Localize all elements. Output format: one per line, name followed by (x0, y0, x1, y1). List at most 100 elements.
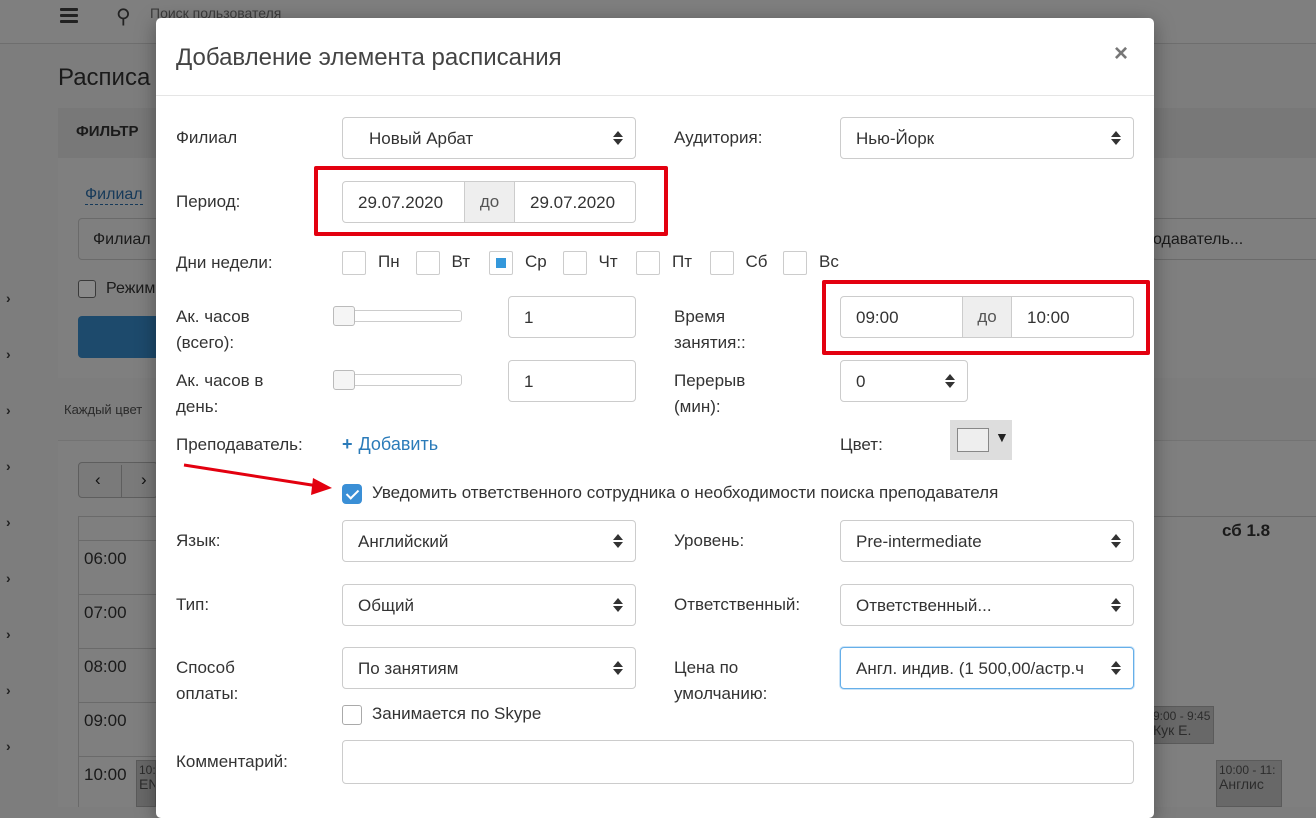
weekday-checkbox[interactable] (489, 251, 513, 275)
language-select[interactable]: Английский (342, 520, 636, 562)
notify-checkbox[interactable] (342, 484, 362, 504)
payment-label: Способ оплаты: (176, 658, 239, 703)
modal-header: Добавление элемента расписания × (156, 18, 1154, 96)
filter-label: ФИЛЬТР (76, 123, 139, 140)
break-select[interactable]: 0 (840, 360, 968, 402)
teacher-label: Преподаватель: (176, 435, 303, 454)
hours-total-slider[interactable] (333, 306, 462, 326)
weekday-label: Ср (525, 252, 547, 271)
sort-arrows-icon (613, 130, 623, 146)
type-label: Тип: (176, 595, 210, 614)
weekday-label: Чт (598, 252, 618, 271)
sort-arrows-icon (613, 533, 623, 549)
time-label: 06:00 (84, 549, 127, 568)
weekday-checkbox[interactable] (636, 251, 660, 275)
modal-title: Добавление элемента расписания (176, 44, 562, 71)
weekday-checkbox[interactable] (415, 251, 440, 275)
weekday-label: Вт (451, 252, 471, 271)
payment-select[interactable]: По занятиям (342, 647, 636, 689)
period-label: Период: (176, 192, 241, 211)
auditorium-label: Аудитория: (674, 128, 763, 147)
hours-total-input[interactable]: 1 (508, 296, 636, 338)
sidebar: › › › › › › › › › (0, 44, 40, 807)
skype-checkbox[interactable] (342, 705, 362, 725)
slider-handle[interactable] (333, 370, 355, 390)
level-label: Уровень: (674, 531, 745, 550)
notify-label: Уведомить ответственного сотрудника о не… (372, 483, 999, 502)
teacher-filter-select[interactable]: одаватель... (1152, 218, 1316, 260)
sort-arrows-icon (1111, 130, 1121, 146)
level-select[interactable]: Pre-intermediate (840, 520, 1134, 562)
price-label: Цена по умолчанию: (674, 658, 768, 703)
sidebar-chevron-icon[interactable]: › (6, 402, 11, 418)
responsible-select[interactable]: Ответственный... (840, 584, 1134, 626)
color-label: Цвет: (840, 435, 883, 454)
skype-label: Занимается по Skype (372, 704, 542, 723)
weekday-checkbox[interactable] (562, 251, 587, 275)
apply-filter-button[interactable] (78, 316, 158, 358)
sidebar-chevron-icon[interactable]: › (6, 570, 11, 586)
schedule-item-modal: Добавление элемента расписания × Филиал … (156, 18, 1154, 818)
sidebar-chevron-icon[interactable]: › (6, 458, 11, 474)
sort-arrows-icon (613, 597, 623, 613)
comment-label: Комментарий: (176, 752, 288, 771)
calendar-event[interactable]: 10:00 - 11: Англис (1216, 760, 1282, 807)
hours-total-label: Ак. часов (всего): (176, 307, 250, 352)
sort-arrows-icon (945, 373, 955, 389)
day-header: сб 1.8 (1222, 521, 1271, 540)
regime-checkbox[interactable] (78, 280, 96, 298)
weekday-label: Пн (378, 252, 400, 271)
sort-arrows-icon (1111, 660, 1121, 676)
page-title: Расписа (58, 64, 151, 91)
filial-filter-select[interactable]: Филиал (78, 218, 168, 260)
calendar-event[interactable]: 9:00 - 9:45 Кук Е. (1150, 706, 1214, 744)
price-select[interactable]: Англ. индив. (1 500,00/астр.ч (840, 647, 1134, 689)
type-select[interactable]: Общий (342, 584, 636, 626)
regime-label: Режим (106, 280, 156, 297)
close-icon[interactable]: × (1114, 40, 1128, 68)
weekday-checkbox[interactable] (709, 251, 734, 275)
time-label: 07:00 (84, 603, 127, 622)
plus-icon: + (342, 434, 353, 454)
sidebar-chevron-icon[interactable]: › (6, 738, 11, 754)
filial-label: Филиал (176, 128, 238, 147)
weekday-checkbox[interactable] (342, 251, 366, 275)
hours-day-label: Ак. часов в день: (176, 371, 264, 416)
comment-input[interactable] (342, 740, 1134, 784)
calendar-nav: ‹ › (78, 462, 158, 498)
filial-select[interactable]: Новый Арбат (342, 117, 636, 159)
dropdown-arrow-icon: ▼ (995, 429, 1009, 445)
sidebar-chevron-icon[interactable]: › (6, 290, 11, 306)
sort-arrows-icon (1111, 597, 1121, 613)
color-picker[interactable]: ▼ (950, 420, 1012, 460)
search-icon[interactable]: ⚲ (116, 4, 131, 29)
menu-icon[interactable] (60, 8, 78, 23)
sidebar-chevron-icon[interactable]: › (6, 346, 11, 362)
prev-icon[interactable]: ‹ (95, 470, 101, 490)
weekday-label: Сб (745, 252, 768, 271)
hours-day-input[interactable]: 1 (508, 360, 636, 402)
sidebar-chevron-icon[interactable]: › (6, 626, 11, 642)
hours-day-slider[interactable] (333, 370, 462, 390)
time-label: 09:00 (84, 711, 127, 730)
weekday-label: Вс (819, 252, 839, 271)
add-teacher-link[interactable]: + Добавить (342, 434, 438, 455)
filial-filter-link[interactable]: Филиал (85, 186, 143, 205)
sidebar-chevron-icon[interactable]: › (6, 514, 11, 530)
next-icon[interactable]: › (141, 470, 147, 490)
sort-arrows-icon (1111, 533, 1121, 549)
slider-handle[interactable] (333, 306, 355, 326)
sidebar-chevron-icon[interactable]: › (6, 682, 11, 698)
time-label: 10:00 (84, 765, 127, 784)
responsible-label: Ответственный: (674, 595, 801, 614)
period-highlight-annotation (314, 166, 668, 236)
language-label: Язык: (176, 531, 221, 550)
lesson-time-label: Время занятия:: (674, 307, 746, 352)
weekdays-label: Дни недели: (176, 253, 273, 272)
sort-arrows-icon (613, 660, 623, 676)
calendar-event[interactable]: 10:EN (136, 760, 156, 807)
time-highlight-annotation (822, 280, 1150, 355)
auditorium-select[interactable]: Нью-Йорк (840, 117, 1134, 159)
weekday-checkbox[interactable] (783, 251, 807, 275)
color-swatch (957, 428, 989, 452)
